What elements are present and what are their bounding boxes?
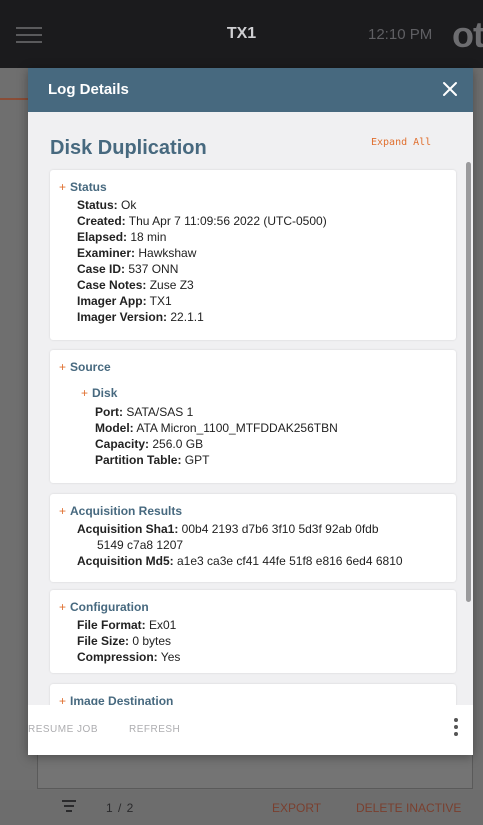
filter-icon[interactable] bbox=[62, 800, 76, 815]
more-options-icon[interactable] bbox=[451, 718, 461, 744]
field-file-size: File Size: 0 bytes bbox=[77, 634, 172, 648]
expand-plus-icon: + bbox=[59, 504, 67, 518]
field-md5: Acquisition Md5: a1e3 ca3e cf41 44fe 51f… bbox=[77, 554, 403, 568]
field-created: Created: Thu Apr 7 11:09:56 2022 (UTC-05… bbox=[77, 214, 327, 228]
background-card bbox=[37, 752, 473, 789]
field-case-notes: Case Notes: Zuse Z3 bbox=[77, 278, 194, 292]
configuration-toggle[interactable]: + Configuration bbox=[59, 600, 149, 614]
dialog-title: Log Details bbox=[48, 81, 129, 98]
field-capacity: Capacity: 256.0 GB bbox=[95, 437, 204, 451]
expand-plus-icon: + bbox=[81, 386, 89, 400]
dialog-header: Log Details bbox=[28, 68, 473, 112]
status-fields: Status: Ok Created: Thu Apr 7 11:09:56 2… bbox=[77, 197, 327, 325]
expand-plus-icon: + bbox=[59, 180, 67, 194]
tab-indicator bbox=[0, 98, 30, 100]
close-icon[interactable] bbox=[437, 76, 463, 102]
clock: 12:10 PM bbox=[368, 26, 433, 43]
acquisition-fields: Acquisition Sha1: 00b4 2193 d7b6 3f10 5d… bbox=[77, 521, 403, 569]
expand-all-link[interactable]: Expand All bbox=[371, 137, 431, 148]
source-toggle[interactable]: + Source bbox=[59, 360, 111, 374]
app-header: TX1 12:10 PM ot bbox=[0, 0, 483, 68]
scrollbar[interactable] bbox=[466, 162, 471, 602]
field-sha1-continued: 5149 c7a8 1207 bbox=[97, 538, 184, 552]
expand-plus-icon: + bbox=[59, 694, 67, 705]
configuration-fields: File Format: Ex01 File Size: 0 bytes Com… bbox=[77, 617, 180, 665]
status-toggle[interactable]: + Status bbox=[59, 180, 107, 194]
expand-plus-icon: + bbox=[59, 600, 67, 614]
app-footer: 1 / 2 EXPORT DELETE INACTIVE bbox=[0, 790, 483, 825]
disk-fields: Port: SATA/SAS 1 Model: ATA Micron_1100_… bbox=[95, 404, 338, 468]
field-port: Port: SATA/SAS 1 bbox=[95, 405, 194, 419]
field-partition-table: Partition Table: GPT bbox=[95, 453, 210, 467]
acquisition-card: + Acquisition Results Acquisition Sha1: 0… bbox=[50, 494, 456, 582]
brand-logo: ot bbox=[452, 14, 483, 55]
dialog-footer: RESUME JOB REFRESH bbox=[28, 705, 473, 755]
field-compression: Compression: Yes bbox=[77, 650, 181, 664]
configuration-card: + Configuration File Format: Ex01 File Si… bbox=[50, 590, 456, 673]
acquisition-toggle[interactable]: + Acquisition Results bbox=[59, 504, 182, 518]
image-destination-card: + Image Destination bbox=[50, 684, 456, 705]
log-details-dialog: Log Details Disk Duplication Expand All … bbox=[28, 68, 473, 755]
field-case-id: Case ID: 537 ONN bbox=[77, 262, 179, 276]
field-elapsed: Elapsed: 18 min bbox=[77, 230, 167, 244]
field-examiner: Examiner: Hawkshaw bbox=[77, 246, 197, 260]
disk-toggle[interactable]: + Disk bbox=[81, 386, 117, 400]
dialog-body[interactable]: Disk Duplication Expand All + Status Stat… bbox=[28, 112, 473, 705]
image-destination-toggle[interactable]: + Image Destination bbox=[59, 694, 173, 705]
source-card: + Source + Disk Port: SATA/SAS 1 Model: AT… bbox=[50, 350, 456, 483]
page-indicator: 1 / 2 bbox=[106, 801, 135, 815]
field-file-format: File Format: Ex01 bbox=[77, 618, 177, 632]
export-button[interactable]: EXPORT bbox=[272, 801, 321, 815]
delete-inactive-button[interactable]: DELETE INACTIVE bbox=[356, 801, 461, 815]
field-model: Model: ATA Micron_1100_MTFDDAK256TBN bbox=[95, 421, 338, 435]
field-imager-app: Imager App: TX1 bbox=[77, 294, 172, 308]
field-sha1: Acquisition Sha1: 00b4 2193 d7b6 3f10 5d… bbox=[77, 522, 379, 536]
resume-job-button[interactable]: RESUME JOB bbox=[28, 724, 98, 735]
field-status: Status: Ok bbox=[77, 198, 137, 212]
status-card: + Status Status: Ok Created: Thu Apr 7 11… bbox=[50, 170, 456, 340]
refresh-button[interactable]: REFRESH bbox=[129, 724, 180, 735]
field-imager-version: Imager Version: 22.1.1 bbox=[77, 310, 204, 324]
expand-plus-icon: + bbox=[59, 360, 67, 374]
section-title: Disk Duplication bbox=[50, 137, 207, 159]
